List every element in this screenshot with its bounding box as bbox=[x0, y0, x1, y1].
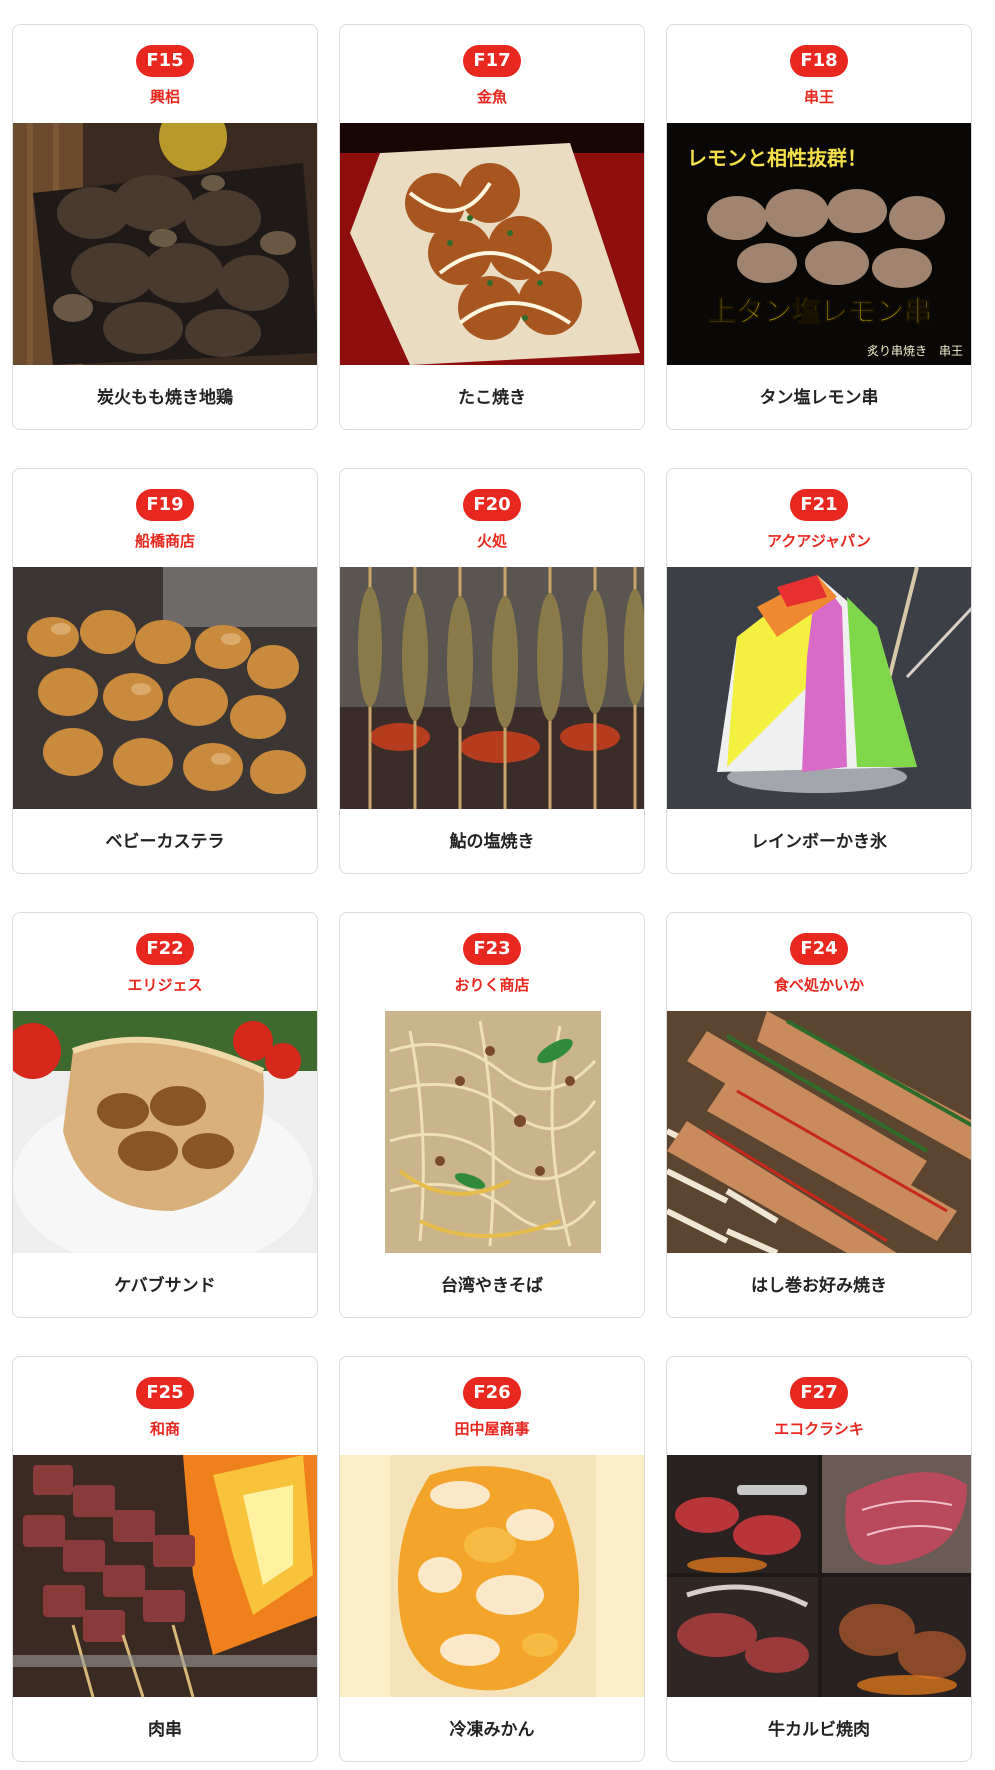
card-header: F18 串王 bbox=[667, 25, 971, 123]
shop-name: おりく商店 bbox=[454, 976, 530, 994]
stall-code-badge: F23 bbox=[463, 933, 521, 965]
card-header: F26 田中屋商事 bbox=[340, 1357, 644, 1455]
stall-grid: F15 興梠 炭火もも焼き地鶏 F17 金魚 たこ焼き F18 串王 レモンと相… bbox=[0, 0, 995, 1770]
stall-card-f20[interactable]: F20 火処 鮎の塩焼き bbox=[339, 468, 645, 874]
stall-card-f19[interactable]: F19 船橋商店 ベビーカステラ bbox=[12, 468, 318, 874]
frozen-mandarin-photo bbox=[340, 1455, 644, 1697]
dish-name: 炭火もも焼き地鶏 bbox=[97, 388, 233, 408]
dish-name: レインボーかき氷 bbox=[751, 832, 887, 852]
dish-name: 肉串 bbox=[148, 1720, 182, 1740]
stall-card-f26[interactable]: F26 田中屋商事 冷凍みかん bbox=[339, 1356, 645, 1762]
stall-code-badge: F17 bbox=[463, 45, 521, 77]
dish-name: 牛カルビ焼肉 bbox=[768, 1720, 870, 1740]
shop-name: 金魚 bbox=[476, 88, 507, 106]
stall-card-f17[interactable]: F17 金魚 たこ焼き bbox=[339, 24, 645, 430]
stall-code-badge: F21 bbox=[790, 489, 848, 521]
stall-code-badge: F27 bbox=[790, 1377, 848, 1409]
stall-card-f22[interactable]: F22 エリジェス ケバブサンド bbox=[12, 912, 318, 1318]
rainbow-shaved-ice-photo bbox=[667, 567, 971, 809]
card-header: F21 アクアジャパン bbox=[667, 469, 971, 567]
beef-kalbi-photo bbox=[667, 1455, 971, 1697]
card-header: F23 おりく商店 bbox=[340, 913, 644, 1011]
shop-name: 串王 bbox=[803, 88, 834, 106]
stall-code-badge: F20 bbox=[463, 489, 521, 521]
dish-name: 冷凍みかん bbox=[449, 1720, 535, 1740]
dish-name: ケバブサンド bbox=[114, 1276, 216, 1296]
shop-name: 食べ処かいか bbox=[773, 976, 864, 994]
grilled-chicken-photo bbox=[13, 123, 317, 365]
dish-name: タン塩レモン串 bbox=[759, 388, 879, 408]
shop-name: 和商 bbox=[149, 1420, 180, 1438]
photo-caption-sub: 炙り串焼き 串王 bbox=[867, 343, 963, 358]
takoyaki-photo bbox=[340, 123, 644, 365]
shop-name: アクアジャパン bbox=[767, 532, 871, 550]
dish-name: 台湾やきそば bbox=[441, 1276, 543, 1296]
card-header: F27 エコクラシキ bbox=[667, 1357, 971, 1455]
dish-name: 鮎の塩焼き bbox=[449, 832, 535, 852]
shop-name: 興梠 bbox=[149, 88, 180, 106]
tongue-skewer-photo: レモンと相性抜群！ 上タン塩レモン串 炙り串焼き 串王 bbox=[667, 123, 971, 365]
stall-card-f18[interactable]: F18 串王 レモンと相性抜群！ 上タン塩レモン串 炙り串焼き 串王 タン塩レモ… bbox=[666, 24, 972, 430]
card-header: F25 和商 bbox=[13, 1357, 317, 1455]
card-header: F24 食べ処かいか bbox=[667, 913, 971, 1011]
card-header: F22 エリジェス bbox=[13, 913, 317, 1011]
hashimaki-okonomiyaki-photo bbox=[667, 1011, 971, 1253]
stall-card-f15[interactable]: F15 興梠 炭火もも焼き地鶏 bbox=[12, 24, 318, 430]
stall-code-badge: F15 bbox=[136, 45, 194, 77]
card-header: F17 金魚 bbox=[340, 25, 644, 123]
taiwan-yakisoba-photo bbox=[340, 1011, 644, 1253]
stall-code-badge: F26 bbox=[463, 1377, 521, 1409]
stall-card-f27[interactable]: F27 エコクラシキ 牛カルビ焼肉 bbox=[666, 1356, 972, 1762]
shop-name: 火処 bbox=[476, 532, 507, 550]
stall-code-badge: F25 bbox=[136, 1377, 194, 1409]
baby-castella-photo bbox=[13, 567, 317, 809]
shop-name: エリジェス bbox=[127, 976, 203, 994]
dish-name: たこ焼き bbox=[458, 388, 526, 408]
stall-code-badge: F19 bbox=[136, 489, 194, 521]
card-header: F20 火処 bbox=[340, 469, 644, 567]
stall-code-badge: F22 bbox=[136, 933, 194, 965]
kebab-sandwich-photo bbox=[13, 1011, 317, 1253]
dish-name: ベビーカステラ bbox=[105, 832, 225, 852]
stall-code-badge: F18 bbox=[790, 45, 848, 77]
stall-card-f23[interactable]: F23 おりく商店 台湾やきそば bbox=[339, 912, 645, 1318]
stall-card-f25[interactable]: F25 和商 肉串 bbox=[12, 1356, 318, 1762]
stall-card-f24[interactable]: F24 食べ処かいか はし巻お好み焼き bbox=[666, 912, 972, 1318]
shop-name: 田中屋商事 bbox=[454, 1420, 530, 1438]
photo-caption-main: 上タン塩レモン串 bbox=[708, 295, 932, 328]
stall-code-badge: F24 bbox=[790, 933, 848, 965]
grilled-sweetfish-photo bbox=[340, 567, 644, 809]
stall-card-f21[interactable]: F21 アクアジャパン レインボーかき氷 bbox=[666, 468, 972, 874]
dish-name: はし巻お好み焼き bbox=[751, 1276, 887, 1296]
card-header: F15 興梠 bbox=[13, 25, 317, 123]
shop-name: エコクラシキ bbox=[774, 1420, 864, 1438]
card-header: F19 船橋商店 bbox=[13, 469, 317, 567]
meat-skewer-photo bbox=[13, 1455, 317, 1697]
photo-caption-top: レモンと相性抜群！ bbox=[687, 146, 867, 170]
shop-name: 船橋商店 bbox=[134, 532, 195, 550]
